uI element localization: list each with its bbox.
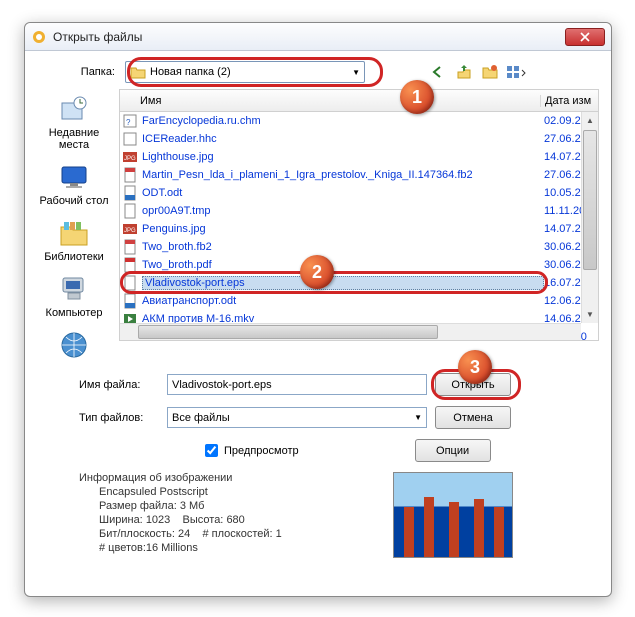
filetype-label: Тип файлов: <box>37 412 167 424</box>
file-name: ODT.odt <box>142 187 544 199</box>
table-row[interactable]: ODT.odt10.05.20 <box>120 184 598 202</box>
filename-input[interactable] <box>167 374 427 395</box>
file-list-area: Имя Дата изм ?FarEncyclopedia.ru.chm02.0… <box>119 89 599 363</box>
table-row[interactable]: ICEReader.hhc27.06.20 <box>120 130 598 148</box>
table-row[interactable]: opr00A9T.tmp11.11.20 <box>120 202 598 220</box>
file-icon <box>122 185 138 201</box>
filename-label: Имя файла: <box>37 379 167 391</box>
folder-label: Папка: <box>37 66 119 78</box>
file-icon <box>122 167 138 183</box>
filetype-value: Все файлы <box>172 412 230 424</box>
file-icon: JPG <box>122 149 138 165</box>
places-sidebar: Недавние места Рабочий стол Библиотеки К… <box>37 89 111 363</box>
scroll-down-icon[interactable]: ▼ <box>582 306 598 323</box>
cancel-button[interactable]: Отмена <box>435 406 511 429</box>
folder-name: Новая папка (2) <box>150 66 231 78</box>
hscrollbar-thumb[interactable] <box>138 325 438 339</box>
view-icon[interactable] <box>505 61 527 83</box>
open-file-dialog: Открыть файлы Папка: Новая папка (2) ▼ <box>24 22 612 597</box>
libraries-icon <box>58 217 90 249</box>
scrollbar-thumb[interactable] <box>583 130 597 270</box>
back-icon[interactable] <box>427 61 449 83</box>
svg-text:JPG: JPG <box>124 156 136 162</box>
file-icon: JPG <box>122 221 138 237</box>
horizontal-scrollbar[interactable] <box>120 323 581 340</box>
file-name: ICEReader.hhc <box>142 133 544 145</box>
file-name: Two_broth.pdf <box>142 259 544 271</box>
file-icon <box>122 203 138 219</box>
table-row[interactable]: Two_broth.pdf30.06.20 <box>120 256 598 274</box>
table-row[interactable]: JPGLighthouse.jpg14.07.20 <box>120 148 598 166</box>
table-row[interactable]: JPGPenguins.jpg14.07.20 <box>120 220 598 238</box>
recent-icon <box>58 93 90 125</box>
sidebar-item-label: Недавние места <box>37 127 111 151</box>
folder-icon <box>130 65 146 79</box>
desktop-icon <box>58 161 90 193</box>
preview-thumbnail <box>393 472 513 558</box>
file-name: Penguins.jpg <box>142 223 544 235</box>
window-title: Открыть файлы <box>53 30 565 44</box>
callout-badge-2: 2 <box>300 255 334 289</box>
file-list[interactable]: ?FarEncyclopedia.ru.chm02.09.20ICEReader… <box>119 111 599 341</box>
info-format: Encapsuled Postscript <box>79 486 379 498</box>
scroll-up-icon[interactable]: ▲ <box>582 112 598 129</box>
preview-label: Предпросмотр <box>224 445 299 457</box>
file-name: Martin_Pesn_lda_i_plameni_1_Igra_prestol… <box>142 169 544 181</box>
callout-badge-1: 1 <box>400 80 434 114</box>
file-name: Vladivostok-port.eps <box>142 276 544 290</box>
table-row[interactable]: Two_broth.fb230.06.20 <box>120 238 598 256</box>
file-icon: ? <box>122 113 138 129</box>
preview-checkbox[interactable] <box>205 444 218 457</box>
file-icon <box>122 275 138 291</box>
titlebar: Открыть файлы <box>25 23 611 51</box>
sidebar-computer[interactable]: Компьютер <box>46 273 103 319</box>
file-icon <box>122 239 138 255</box>
table-row[interactable]: ?FarEncyclopedia.ru.chm02.09.20 <box>120 112 598 130</box>
file-name: Lighthouse.jpg <box>142 151 544 163</box>
sidebar-libraries[interactable]: Библиотеки <box>44 217 104 263</box>
list-header: Имя Дата изм <box>119 89 599 111</box>
computer-icon <box>58 273 90 305</box>
new-folder-icon[interactable] <box>479 61 501 83</box>
app-icon <box>31 29 47 45</box>
column-name[interactable]: Имя <box>136 95 540 107</box>
up-icon[interactable] <box>453 61 475 83</box>
table-row[interactable]: Авиатранспорт.odt12.06.20 <box>120 292 598 310</box>
filetype-dropdown[interactable]: Все файлы ▼ <box>167 407 427 428</box>
file-icon <box>122 257 138 273</box>
close-button[interactable] <box>565 28 605 46</box>
file-name: opr00A9T.tmp <box>142 205 544 217</box>
column-date[interactable]: Дата изм <box>540 95 598 107</box>
sidebar-item-label: Компьютер <box>46 307 103 319</box>
sidebar-desktop[interactable]: Рабочий стол <box>39 161 108 207</box>
sidebar-item-label: Библиотеки <box>44 251 104 263</box>
chevron-down-icon: ▼ <box>414 413 422 422</box>
vertical-scrollbar[interactable]: ▲ ▼ <box>581 112 598 323</box>
table-row[interactable]: Martin_Pesn_lda_i_plameni_1_Igra_prestol… <box>120 166 598 184</box>
svg-text:?: ? <box>126 118 131 127</box>
sidebar-network[interactable] <box>58 329 90 363</box>
network-icon <box>58 329 90 361</box>
table-row[interactable]: Vladivostok-port.eps16.07.20 <box>120 274 598 292</box>
sidebar-recent[interactable]: Недавние места <box>37 93 111 151</box>
options-button[interactable]: Опции <box>415 439 491 462</box>
file-icon <box>122 131 138 147</box>
svg-text:JPG: JPG <box>124 228 136 234</box>
folder-dropdown[interactable]: Новая папка (2) ▼ <box>125 61 365 83</box>
file-icon <box>122 293 138 309</box>
file-name: Two_broth.fb2 <box>142 241 544 253</box>
file-name: Авиатранспорт.odt <box>142 295 544 307</box>
info-title: Информация об изображении <box>79 472 379 484</box>
callout-badge-3: 3 <box>458 350 492 384</box>
file-name: FarEncyclopedia.ru.chm <box>142 115 544 127</box>
toolbar-icons <box>427 61 527 83</box>
image-info: Информация об изображении Encapsuled Pos… <box>37 472 599 558</box>
sidebar-item-label: Рабочий стол <box>39 195 108 207</box>
chevron-down-icon: ▼ <box>352 68 360 77</box>
